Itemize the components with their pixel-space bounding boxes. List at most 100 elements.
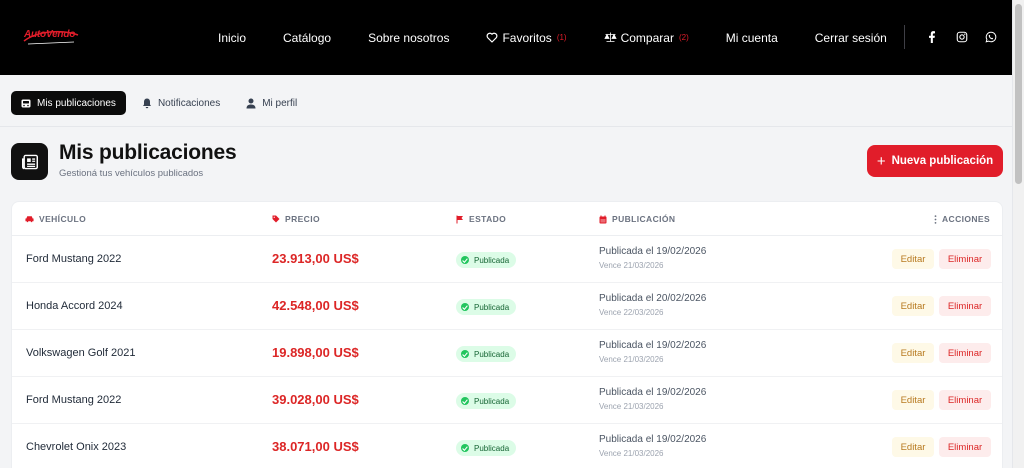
table-row: Chevrolet Onix 2023 38.071,00 US$ Public… (12, 424, 1002, 468)
newspaper-icon (21, 154, 38, 169)
vehicle-name: Volkswagen Golf 2021 (26, 347, 136, 359)
column-header-estado[interactable]: ESTADO (456, 214, 506, 224)
nav-item-catalogo[interactable]: Catálogo (283, 31, 331, 45)
column-header-label: VEHÍCULO (39, 214, 87, 224)
nav-item-label: Comparar (620, 30, 674, 45)
check-circle-icon (461, 256, 469, 264)
table-row: Volkswagen Golf 2021 19.898,00 US$ Publi… (12, 330, 1002, 377)
nav-item-label: Favoritos (502, 30, 552, 45)
table-row: Ford Mustang 2022 23.913,00 US$ Publicad… (12, 236, 1002, 283)
nav-item-sobre-nosotros[interactable]: Sobre nosotros (368, 31, 449, 45)
edit-button[interactable]: Editar (892, 249, 934, 269)
delete-button[interactable]: Eliminar (939, 249, 991, 269)
check-circle-icon (461, 444, 469, 452)
nav-item-label: Mi cuenta (725, 30, 778, 45)
vehicle-price: 23.913,00 US$ (272, 251, 359, 266)
tab-mi-perfil[interactable]: Mi perfil (236, 91, 307, 115)
status-badge: Publicada (456, 393, 517, 409)
status-label: Publicada (474, 349, 510, 359)
car-icon (25, 216, 34, 223)
new-publication-label: Nueva publicación (891, 155, 994, 167)
tab-notificaciones[interactable]: Notificaciones (132, 91, 230, 115)
publication-date: Publicada el 19/02/2026 (599, 340, 707, 351)
brand-name: AutoVendo (24, 29, 76, 40)
delete-button[interactable]: Eliminar (939, 437, 991, 457)
status-badge: Publicada (456, 299, 517, 315)
bell-icon (142, 98, 151, 108)
status-badge: Publicada (456, 252, 517, 268)
vehicle-price: 38.071,00 US$ (272, 439, 359, 454)
facebook-icon[interactable] (925, 30, 939, 44)
table-row: Ford Mustang 2022 39.028,00 US$ Publicad… (12, 377, 1002, 424)
tag-icon (272, 215, 280, 223)
expiration-date: Vence 21/03/2026 (599, 355, 664, 364)
publication-date: Publicada el 19/02/2026 (599, 246, 707, 257)
column-header-label: ACCIONES (942, 214, 991, 224)
tab-label: Notificaciones (157, 97, 221, 109)
check-circle-icon (461, 303, 469, 311)
nav-item-favoritos[interactable]: Favoritos (1) (486, 30, 567, 45)
publication-date: Publicada el 19/02/2026 (599, 434, 707, 445)
instagram-icon[interactable] (955, 30, 969, 44)
favorites-count: (1) (556, 33, 567, 42)
nav-item-mi-cuenta[interactable]: Mi cuenta (726, 31, 778, 45)
status-label: Publicada (474, 396, 510, 406)
nav-item-comparar[interactable]: Comparar (2) (603, 30, 689, 45)
expiration-date: Vence 21/03/2026 (599, 261, 664, 270)
vehicle-price: 39.028,00 US$ (272, 392, 359, 407)
vehicle-name: Ford Mustang 2022 (26, 253, 122, 265)
vertical-scrollbar[interactable] (1012, 0, 1024, 468)
status-badge: Publicada (456, 440, 517, 456)
vehicle-name: Chevrolet Onix 2023 (26, 441, 127, 453)
tab-label: Mi perfil (262, 97, 298, 109)
main-nav: Inicio Catálogo Sobre nosotros Favoritos… (218, 0, 924, 75)
edit-button[interactable]: Editar (892, 296, 934, 316)
user-icon (246, 98, 256, 108)
nav-item-cerrar-sesion[interactable]: Cerrar sesión (815, 31, 887, 45)
publication-date: Publicada el 20/02/2026 (599, 293, 707, 304)
column-header-acciones[interactable]: ACCIONES (934, 214, 990, 224)
edit-button[interactable]: Editar (892, 437, 934, 457)
status-label: Publicada (474, 302, 510, 312)
page-subtitle: Gestioná tus vehículos publicados (59, 168, 204, 179)
whatsapp-icon[interactable] (984, 30, 998, 44)
scrollbar-thumb[interactable] (1015, 4, 1022, 184)
tab-label: Mis publicaciones (37, 97, 116, 109)
edit-button[interactable]: Editar (892, 390, 934, 410)
heart-icon (487, 32, 498, 43)
nav-item-label: Cerrar sesión (814, 30, 887, 45)
flag-icon (456, 215, 463, 223)
car-icon (21, 99, 31, 107)
vehicle-name: Honda Accord 2024 (26, 300, 123, 312)
delete-button[interactable]: Eliminar (939, 296, 991, 316)
scale-icon (603, 32, 617, 42)
new-publication-button[interactable]: + Nueva publicación (867, 145, 1003, 177)
column-header-label: ESTADO (469, 214, 507, 224)
brand-logo[interactable]: AutoVendo (22, 27, 80, 47)
column-header-label: PRECIO (285, 214, 320, 224)
nav-item-label: Inicio (218, 30, 247, 45)
nav-item-label: Sobre nosotros (368, 30, 450, 45)
table-row: Honda Accord 2024 42.548,00 US$ Publicad… (12, 283, 1002, 330)
page-title: Mis publicaciones (59, 141, 237, 164)
account-tabs: Mis publicaciones Notificaciones Mi perf… (11, 91, 313, 115)
more-vertical-icon (934, 214, 937, 224)
check-circle-icon (461, 397, 469, 405)
status-label: Publicada (474, 255, 510, 265)
delete-button[interactable]: Eliminar (939, 343, 991, 363)
tab-mis-publicaciones[interactable]: Mis publicaciones (11, 91, 126, 115)
top-navigation-bar: AutoVendo Inicio Catálogo Sobre nosotros… (0, 0, 1012, 75)
status-badge: Publicada (456, 346, 517, 362)
expiration-date: Vence 21/03/2026 (599, 402, 664, 411)
edit-button[interactable]: Editar (892, 343, 934, 363)
check-circle-icon (461, 350, 469, 358)
nav-divider (904, 25, 905, 49)
publication-date: Publicada el 19/02/2026 (599, 387, 707, 398)
section-divider (0, 126, 1012, 127)
column-header-vehiculo[interactable]: VEHÍCULO (25, 214, 86, 224)
delete-button[interactable]: Eliminar (939, 390, 991, 410)
column-header-publicacion[interactable]: PUBLICACIÓN (599, 214, 675, 224)
publications-table: VEHÍCULO PRECIO ESTADO PUBLICACIÓN ACCIO… (11, 201, 1003, 468)
column-header-precio[interactable]: PRECIO (272, 214, 320, 224)
nav-item-inicio[interactable]: Inicio (218, 31, 246, 45)
